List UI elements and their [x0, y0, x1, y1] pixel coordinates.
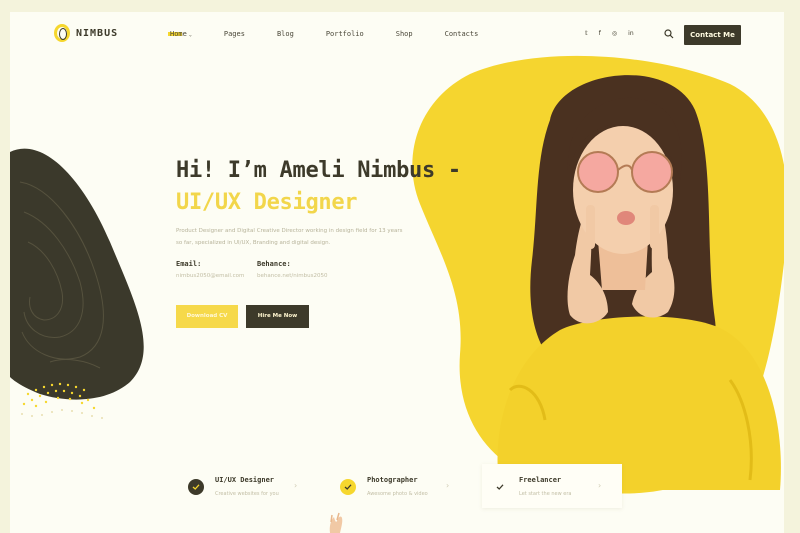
- download-cv-button[interactable]: Download CV: [176, 305, 238, 328]
- contact-me-button[interactable]: Contact Me: [684, 25, 741, 45]
- hero-subtitle: UI/UX Designer: [176, 190, 358, 215]
- next-section-image: [329, 512, 343, 533]
- hero-portrait-image: [497, 75, 781, 490]
- nav-item-blog[interactable]: Blog: [277, 30, 294, 38]
- nav-label: Pages: [223, 30, 245, 38]
- brand-logo[interactable]: NIMBUS: [54, 24, 118, 42]
- check-icon: [340, 479, 356, 495]
- service-card-uiux[interactable]: UI/UX Designer Creative websites for you…: [178, 464, 318, 508]
- hero-title: Hi! I’m Ameli Nimbus -: [176, 158, 461, 183]
- email-link[interactable]: nimbus2050@email.com: [176, 273, 244, 279]
- search-icon[interactable]: [664, 29, 674, 39]
- main-nav: Home ⌄ Pages Blog Portfolio Shop Contacts: [168, 30, 510, 38]
- service-card-freelancer[interactable]: Freelancer Let start the new era ›: [482, 464, 622, 508]
- instagram-icon[interactable]: ◎: [612, 30, 617, 37]
- nav-label: Home: [170, 30, 187, 38]
- nav-item-portfolio[interactable]: Portfolio: [326, 30, 364, 38]
- facebook-icon[interactable]: f: [599, 30, 601, 37]
- nav-label: Portfolio: [325, 30, 364, 38]
- nav-item-home[interactable]: Home ⌄: [168, 30, 192, 38]
- service-card-photographer[interactable]: Photographer Awesome photo & video ›: [330, 464, 470, 508]
- nav-label: Shop: [395, 30, 413, 38]
- brand-name: NIMBUS: [76, 27, 119, 39]
- chevron-right-icon: ›: [446, 481, 450, 490]
- hire-me-button[interactable]: Hire Me Now: [246, 305, 309, 328]
- nav-item-pages[interactable]: Pages: [224, 30, 245, 38]
- logo-icon: [54, 24, 70, 42]
- service-description: Awesome photo & video: [367, 491, 428, 497]
- page-frame: NIMBUS Home ⌄ Pages Blog Portfolio Shop C…: [10, 12, 784, 533]
- site-header: NIMBUS Home ⌄ Pages Blog Portfolio Shop C…: [10, 12, 784, 58]
- nav-item-shop[interactable]: Shop: [396, 30, 413, 38]
- hero-description: Product Designer and Digital Creative Di…: [176, 228, 403, 246]
- check-icon: [492, 479, 508, 495]
- nav-item-contacts[interactable]: Contacts: [445, 30, 479, 38]
- service-description: Let start the new era: [519, 491, 572, 497]
- behance-label: Behance:: [257, 260, 291, 268]
- chevron-down-icon: ⌄: [188, 32, 192, 38]
- chevron-right-icon: ›: [598, 481, 602, 490]
- nav-label: Blog: [276, 30, 294, 38]
- social-links: 𝕥 f ◎ in: [585, 30, 634, 37]
- service-title: UI/UX Designer: [215, 476, 275, 484]
- service-title: Photographer: [367, 476, 418, 484]
- email-label: Email:: [176, 260, 202, 268]
- behance-link[interactable]: behance.net/nimbus2050: [257, 273, 327, 279]
- nav-label: Contacts: [444, 30, 479, 38]
- twitter-icon[interactable]: 𝕥: [585, 30, 588, 37]
- decorative-blob-left: [10, 148, 144, 419]
- service-description: Creative websites for you: [215, 491, 279, 497]
- chevron-right-icon: ›: [294, 481, 298, 490]
- service-title: Freelancer: [519, 476, 562, 484]
- check-icon: [188, 479, 204, 495]
- linkedin-icon[interactable]: in: [628, 30, 633, 37]
